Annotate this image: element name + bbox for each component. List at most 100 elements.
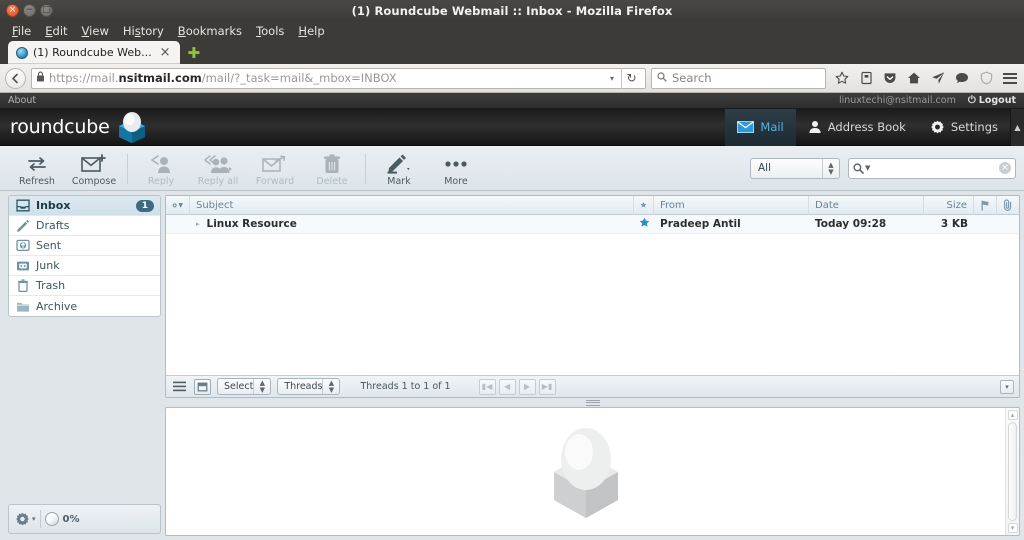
delete-button[interactable]: Delete	[305, 150, 359, 187]
message-area: ▼ Subject From Date Size ▸ Linux Resourc…	[165, 191, 1024, 540]
refresh-button[interactable]: Refresh	[10, 150, 64, 187]
last-page-button[interactable]: ▶▮	[538, 378, 556, 395]
forward-icon	[262, 153, 288, 175]
row-size: 3 KB	[940, 218, 968, 230]
title-bar: × − □ (1) Roundcube Webmail :: Inbox - M…	[0, 0, 1024, 21]
menu-history[interactable]: History	[117, 23, 170, 39]
menu-edit[interactable]: Edit	[39, 23, 73, 39]
column-header-from[interactable]: From	[654, 196, 809, 215]
column-header-size[interactable]: Size	[924, 196, 974, 215]
scope-filter-value: All	[758, 162, 772, 174]
more-button[interactable]: More	[429, 150, 483, 187]
column-header-subject[interactable]: Subject	[190, 196, 634, 215]
list-footer-right: ▾	[1000, 379, 1014, 394]
row-subject[interactable]: ▸ Linux Resource	[190, 215, 634, 234]
browser-search-box[interactable]: Search	[651, 67, 826, 89]
select-dropdown[interactable]: Select ▲ ▼	[217, 378, 272, 395]
scope-filter-spinner-icon: ▲ ▼	[822, 158, 839, 178]
dots-icon	[443, 153, 469, 175]
menu-bookmarks[interactable]: Bookmarks	[172, 23, 248, 39]
folder-actions-button[interactable]: ▾	[15, 512, 36, 527]
pocket-icon[interactable]	[879, 67, 901, 89]
reply-button[interactable]: Reply	[134, 150, 188, 187]
folder-item-trash[interactable]: Trash	[9, 276, 160, 296]
reply-all-button[interactable]: Reply all	[191, 150, 245, 187]
column-header-date[interactable]: Date	[809, 196, 924, 215]
close-window-button[interactable]: ×	[6, 4, 19, 17]
first-page-button[interactable]: ▮◀	[478, 378, 496, 395]
tab-close-icon[interactable]: ×	[157, 46, 174, 59]
threads-dropdown[interactable]: Threads ▲ ▼	[277, 378, 341, 395]
reply-all-label: Reply all	[197, 175, 239, 187]
menu-tools[interactable]: Tools	[250, 23, 290, 39]
task-settings[interactable]: Settings	[918, 109, 1010, 146]
next-page-button[interactable]: ▶	[518, 378, 536, 395]
pane-splitter[interactable]	[165, 398, 1020, 407]
folder-item-junk[interactable]: Junk	[9, 256, 160, 276]
column-header-flag[interactable]	[974, 196, 997, 215]
reload-button[interactable]: ↻	[621, 67, 641, 89]
list-options-toggle[interactable]: ▾	[1000, 379, 1014, 394]
mark-button[interactable]: Mark	[372, 150, 426, 187]
envelope-icon	[737, 121, 755, 133]
new-tab-button[interactable]: ✚	[188, 46, 201, 61]
search-dropdown-icon[interactable]: ▼	[865, 164, 870, 172]
preview-pane-icon[interactable]	[194, 378, 211, 395]
quota-bar: ▾ 0%	[8, 504, 161, 534]
mail-search-icon-group: ▼	[853, 162, 870, 174]
about-link[interactable]: About	[8, 95, 36, 106]
trash-icon	[18, 279, 28, 292]
column-header-attachment[interactable]	[997, 196, 1019, 215]
row-flag[interactable]	[974, 215, 997, 234]
tab-favicon-icon	[16, 46, 28, 59]
browser-tab-roundcube[interactable]: (1) Roundcube Web... ×	[8, 41, 180, 64]
compose-label: Compose	[71, 175, 117, 187]
toolbar-separator-2	[365, 153, 366, 184]
scope-filter-select[interactable]: All ▲ ▼	[750, 157, 840, 179]
scroll-up-button[interactable]: ▴	[1007, 410, 1018, 420]
mail-search-box[interactable]: ▼ ×	[848, 157, 1016, 179]
back-button[interactable]	[5, 67, 26, 89]
scroll-down-button[interactable]: ▾	[1007, 523, 1018, 533]
library-icon[interactable]	[855, 67, 877, 89]
collapse-header-button[interactable]: ▲	[1010, 108, 1024, 146]
logout-button[interactable]: ⏻ Logout	[968, 95, 1016, 106]
url-bar[interactable]: https://mail.nsitmail.com/mail/?_task=ma…	[31, 67, 646, 89]
menu-view[interactable]: View	[76, 23, 115, 39]
menu-help[interactable]: Help	[292, 23, 330, 39]
firefox-window: × − □ (1) Roundcube Webmail :: Inbox - M…	[0, 0, 1024, 540]
scrollbar-thumb[interactable]	[1008, 422, 1017, 521]
shield-icon[interactable]	[975, 67, 997, 89]
maximize-window-button[interactable]: □	[40, 4, 53, 17]
column-header-star[interactable]	[634, 196, 654, 215]
preview-scrollbar[interactable]: ▴ ▾	[1005, 408, 1019, 535]
compose-button[interactable]: Compose	[67, 150, 121, 187]
reply-label: Reply	[147, 175, 175, 187]
list-icon[interactable]	[171, 379, 188, 395]
forward-button[interactable]: Forward	[248, 150, 302, 187]
search-clear-button[interactable]: ×	[999, 162, 1011, 174]
logout-label: Logout	[978, 95, 1016, 106]
menu-icon[interactable]	[1003, 72, 1017, 84]
menu-file[interactable]: FFileile	[6, 23, 37, 39]
folder-item-inbox[interactable]: Inbox 1	[9, 196, 160, 216]
splitter-grip-icon[interactable]	[581, 398, 605, 407]
list-options-button[interactable]: ▼	[166, 196, 190, 215]
star-icon	[640, 201, 647, 208]
thread-expand-icon[interactable]: ▸	[196, 220, 200, 228]
task-address-book[interactable]: Address Book	[796, 109, 918, 146]
minimize-window-button[interactable]: −	[23, 4, 36, 17]
task-mail[interactable]: Mail	[725, 108, 796, 146]
share-icon[interactable]	[927, 67, 949, 89]
row-star-toggle[interactable]	[634, 215, 654, 234]
chat-icon[interactable]	[951, 67, 973, 89]
task-mail-label: Mail	[760, 120, 784, 134]
folder-item-drafts[interactable]: Drafts	[9, 216, 160, 236]
star-icon[interactable]	[831, 67, 853, 89]
folder-item-sent[interactable]: Sent	[9, 236, 160, 256]
folder-item-archive[interactable]: Archive	[9, 296, 160, 316]
table-row[interactable]: ▸ Linux Resource Pradeep Antil Today 09:…	[166, 215, 1019, 234]
url-dropdown-icon[interactable]: ▾	[607, 74, 617, 83]
prev-page-button[interactable]: ◀	[498, 378, 516, 395]
home-icon[interactable]	[903, 67, 925, 89]
